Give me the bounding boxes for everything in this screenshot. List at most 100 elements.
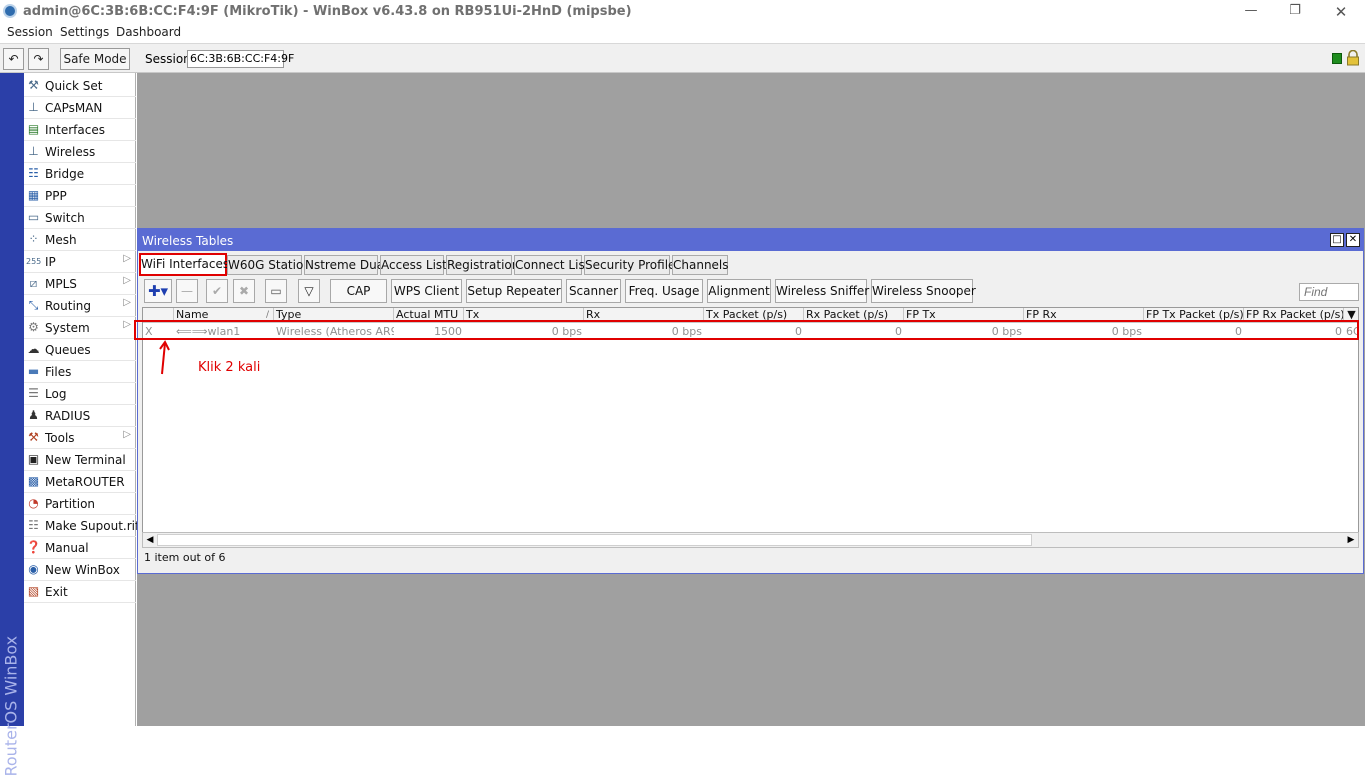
filter-icon: ▽ — [304, 284, 314, 298]
winbox-logo-icon — [3, 4, 17, 18]
antenna-icon: ⊥ — [28, 100, 39, 114]
freq-usage-button[interactable]: Freq. Usage — [625, 279, 703, 303]
wireless-sniffer-button[interactable]: Wireless Sniffer — [775, 279, 869, 303]
item-count: 1 item out of 6 — [144, 551, 226, 564]
wps-client-button[interactable]: WPS Client — [391, 279, 462, 303]
metarouter-icon: ▩ — [27, 474, 40, 488]
maximize-icon[interactable]: □ — [1330, 233, 1344, 247]
routing-icon: ⤡ — [28, 298, 39, 312]
tab-nstreme-dual[interactable]: Nstreme Dual — [304, 255, 387, 275]
disable-button[interactable]: ✖ — [233, 279, 255, 303]
check-icon: ✔ — [211, 284, 223, 298]
close-icon[interactable]: ✕ — [1346, 233, 1360, 247]
status-bar: 1 item out of 6 — [142, 550, 1359, 567]
sidebar-item-mpls[interactable]: ⧄ MPLS ▷ — [24, 273, 136, 295]
tools-icon: ⚒ — [28, 430, 39, 444]
window-title: admin@6C:3B:6B:CC:F4:9F (MikroTik) - Win… — [23, 4, 632, 19]
horizontal-scrollbar[interactable]: ◀ ▶ — [142, 532, 1359, 548]
remove-button[interactable]: — — [176, 279, 198, 303]
sidebar-item-wireless[interactable]: ⊥ Wireless — [24, 141, 136, 163]
filter-button[interactable]: ▽ — [298, 279, 320, 303]
sidebar-item-capsman[interactable]: ⊥ CAPsMAN — [24, 97, 136, 119]
sidebar-item-new-winbox[interactable]: ◉ New WinBox — [24, 559, 136, 581]
brand-label: RouterOS WinBox — [1, 635, 21, 777]
sidebar-item-routing[interactable]: ⤡ Routing ▷ — [24, 295, 136, 317]
find-input[interactable] — [1299, 283, 1359, 301]
tab-channels[interactable]: Channels — [672, 255, 729, 275]
sidebar-item-interfaces[interactable]: ▤ Interfaces — [24, 119, 136, 141]
comment-button[interactable]: ▭ — [265, 279, 287, 303]
row-highlight-annotation — [134, 320, 1359, 340]
quick-set-icon: ⚒ — [28, 78, 39, 92]
main-toolbar: ↶ ↷ Safe Mode Session: 6C:3B:6B:CC:F4:9F — [0, 43, 1365, 73]
sidebar-item-bridge[interactable]: ☷ Bridge — [24, 163, 136, 185]
partition-icon: ◔ — [28, 496, 39, 510]
undo-icon[interactable]: ↶ — [3, 48, 24, 70]
sidebar-item-radius[interactable]: ♟ RADIUS — [24, 405, 136, 427]
sidebar-item-switch[interactable]: ▭ Switch — [24, 207, 136, 229]
tab-registration[interactable]: Registration — [446, 255, 519, 275]
sidebar: ⚒ Quick Set ⊥ CAPsMAN ▤ Interfaces ⊥ Wireles… — [24, 73, 139, 726]
mpls-icon: ⧄ — [29, 276, 38, 290]
setup-repeater-button[interactable]: Setup Repeater — [466, 279, 562, 303]
menu-bar: Session Settings Dashboard — [0, 23, 1365, 42]
tab-connect-list[interactable]: Connect List — [514, 255, 589, 275]
queues-icon: ☁ — [27, 342, 40, 356]
close-icon[interactable]: ✕ — [1331, 3, 1351, 21]
wireless-tables-title: Wireless Tables — [142, 234, 234, 248]
maximize-icon[interactable]: ❐ — [1285, 3, 1305, 18]
sidebar-item-quick-set[interactable]: ⚒ Quick Set — [24, 75, 136, 97]
wireless-tables-title-bar[interactable]: Wireless Tables □ ✕ — [138, 229, 1363, 251]
sidebar-item-new-terminal[interactable]: ▣ New Terminal — [24, 449, 136, 471]
sidebar-item-files[interactable]: ▬ Files — [24, 361, 136, 383]
annotation-arrow-icon — [150, 338, 180, 378]
scanner-button[interactable]: Scanner — [566, 279, 621, 303]
tab-access-list[interactable]: Access List — [380, 255, 447, 275]
menu-settings[interactable]: Settings — [60, 25, 109, 39]
scroll-right-icon[interactable]: ▶ — [1345, 534, 1357, 546]
scroll-thumb[interactable] — [157, 534, 1032, 546]
tab-security-profiles[interactable]: Security Profiles — [584, 255, 682, 275]
sidebar-item-tools[interactable]: ⚒ Tools ▷ — [24, 427, 136, 449]
sidebar-item-exit[interactable]: ▧ Exit — [24, 581, 136, 603]
gear-icon: ⚙ — [28, 320, 39, 334]
sidebar-item-ppp[interactable]: ▦ PPP — [24, 185, 136, 207]
interfaces-icon: ▤ — [27, 122, 40, 136]
annotation-text: Klik 2 kali — [198, 360, 261, 375]
sidebar-item-log[interactable]: ☰ Log — [24, 383, 136, 405]
ppp-icon: ▦ — [27, 188, 40, 202]
menu-session[interactable]: Session — [7, 25, 53, 39]
minus-icon: — — [181, 284, 193, 298]
sidebar-item-ip[interactable]: 255 IP ▷ — [24, 251, 136, 273]
winbox-icon: ◉ — [28, 562, 39, 576]
wireless-snooper-button[interactable]: Wireless Snooper — [871, 279, 976, 303]
sidebar-item-system[interactable]: ⚙ System ▷ — [24, 317, 136, 339]
submenu-arrow-icon: ▷ — [123, 253, 131, 264]
tab-w60g-station[interactable]: W60G Station — [227, 255, 311, 275]
redo-icon[interactable]: ↷ — [28, 48, 49, 70]
plus-icon: ✚▾ — [147, 282, 169, 300]
safe-mode-button[interactable]: Safe Mode — [60, 48, 130, 70]
sidebar-item-queues[interactable]: ☁ Queues — [24, 339, 136, 361]
comment-icon: ▭ — [270, 284, 282, 298]
sidebar-item-mesh[interactable]: ⁘ Mesh — [24, 229, 136, 251]
submenu-arrow-icon: ▷ — [123, 319, 131, 330]
cap-button[interactable]: CAP — [330, 279, 387, 303]
submenu-arrow-icon: ▷ — [123, 297, 131, 308]
lock-icon — [1346, 49, 1360, 66]
sidebar-item-metarouter[interactable]: ▩ MetaROUTER — [24, 471, 136, 493]
session-field[interactable]: 6C:3B:6B:CC:F4:9F — [187, 50, 294, 68]
alignment-button[interactable]: Alignment — [707, 279, 771, 303]
cross-icon: ✖ — [238, 284, 250, 298]
add-button[interactable]: ✚▾ — [144, 279, 172, 303]
enable-button[interactable]: ✔ — [206, 279, 228, 303]
interfaces-table: Name ∕ Type Actual MTU Tx Rx Tx Packet (p… — [142, 307, 1359, 533]
sidebar-item-make-supout[interactable]: ☷ Make Supout.rif — [24, 515, 139, 537]
tab-wifi-interfaces[interactable]: WiFi Interfaces — [139, 253, 229, 276]
minimize-icon[interactable]: — — [1241, 3, 1261, 18]
sidebar-item-manual[interactable]: ❓ Manual — [24, 537, 136, 559]
scroll-left-icon[interactable]: ◀ — [144, 534, 156, 546]
sidebar-item-partition[interactable]: ◔ Partition — [24, 493, 136, 515]
menu-dashboard[interactable]: Dashboard — [116, 25, 181, 39]
submenu-arrow-icon: ▷ — [123, 275, 131, 286]
